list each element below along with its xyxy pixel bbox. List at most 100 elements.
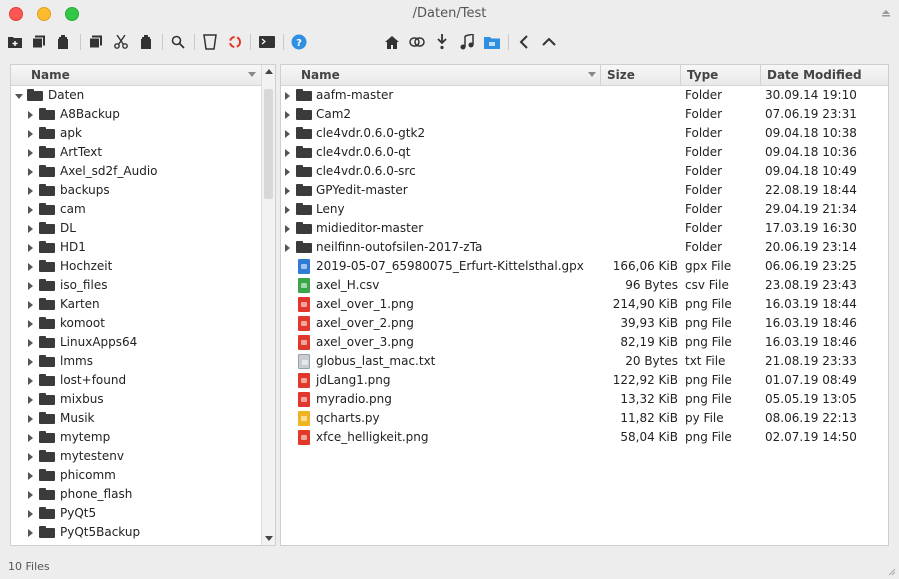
expand-arrow-icon[interactable] — [28, 453, 33, 461]
table-row[interactable]: cle4vdr.0.6.0-gtk2 Folder 09.04.18 10:38 — [281, 124, 888, 143]
tree-item[interactable]: phicomm — [11, 466, 261, 485]
expand-arrow-icon[interactable] — [285, 206, 290, 214]
expand-arrow-icon[interactable] — [28, 491, 33, 499]
expand-arrow-icon[interactable] — [28, 225, 33, 233]
tree-item-root[interactable]: Daten — [11, 86, 261, 105]
tree-item[interactable]: PyQt5 — [11, 504, 261, 523]
trash-icon[interactable] — [200, 32, 220, 52]
scroll-up-icon[interactable] — [265, 69, 273, 74]
expand-arrow-icon[interactable] — [285, 92, 290, 100]
tree-item[interactable]: A8Backup — [11, 105, 261, 124]
table-row[interactable]: jdLang1.png 122,92 KiB png File 01.07.19 08… — [281, 371, 888, 390]
table-row[interactable]: aafm-master Folder 30.09.14 19:10 — [281, 86, 888, 105]
table-row[interactable]: xfce_helligkeit.png 58,04 KiB png File 02.0… — [281, 428, 888, 447]
expand-arrow-icon[interactable] — [28, 510, 33, 518]
expand-arrow-icon[interactable] — [28, 168, 33, 176]
tree-scrollbar[interactable] — [261, 65, 275, 545]
table-row[interactable]: Cam2 Folder 07.06.19 23:31 — [281, 105, 888, 124]
column-header-type[interactable]: Type — [681, 65, 761, 85]
file-list-panel[interactable]: Name Size Type Date Modified aafm-master… — [280, 64, 889, 546]
expand-arrow-icon[interactable] — [28, 339, 33, 347]
music-icon[interactable] — [457, 32, 477, 52]
help-icon[interactable]: ? — [289, 32, 309, 52]
search-icon[interactable] — [168, 32, 188, 52]
new-folder-icon[interactable] — [5, 32, 25, 52]
tree-item[interactable]: Karten — [11, 295, 261, 314]
link-icon[interactable] — [407, 32, 427, 52]
tree-item[interactable]: mixbus — [11, 390, 261, 409]
expand-arrow-icon[interactable] — [28, 434, 33, 442]
recycle-icon[interactable] — [225, 32, 245, 52]
column-header-size[interactable]: Size — [601, 65, 681, 85]
table-row[interactable]: Leny Folder 29.04.19 21:34 — [281, 200, 888, 219]
tree-item[interactable]: lost+found — [11, 371, 261, 390]
column-header-name[interactable]: Name — [295, 65, 601, 85]
expand-arrow-icon[interactable] — [28, 529, 33, 537]
tree-item[interactable]: mytemp — [11, 428, 261, 447]
column-header-date-modified[interactable]: Date Modified — [761, 65, 888, 85]
folder-tree-panel[interactable]: Name Daten A8Backup apk ArtText Axel_sd2f_Au… — [10, 64, 276, 546]
expand-arrow-icon[interactable] — [28, 206, 33, 214]
scrollbar-thumb[interactable] — [264, 89, 273, 199]
table-row[interactable]: midieditor-master Folder 17.03.19 16:30 — [281, 219, 888, 238]
home-icon[interactable] — [382, 32, 402, 52]
table-row[interactable]: neilfinn-outofsilen-2017-zTa Folder 20.06.… — [281, 238, 888, 257]
expand-arrow-icon[interactable] — [28, 282, 33, 290]
tree-item[interactable]: cam — [11, 200, 261, 219]
expand-arrow-icon[interactable] — [285, 225, 290, 233]
expand-arrow-icon[interactable] — [28, 472, 33, 480]
duplicate-icon[interactable] — [86, 32, 106, 52]
expand-arrow-icon[interactable] — [285, 111, 290, 119]
delete-icon[interactable] — [136, 32, 156, 52]
table-row[interactable]: 2019-05-07_65980075_Erfurt-Kittelsthal.g… — [281, 257, 888, 276]
expand-arrow-icon[interactable] — [28, 377, 33, 385]
expand-arrow-icon[interactable] — [28, 149, 33, 157]
expand-arrow-icon[interactable] — [15, 94, 23, 99]
tree-item[interactable]: HD1 — [11, 238, 261, 257]
shade-window-icon[interactable] — [881, 8, 891, 18]
cut-icon[interactable] — [111, 32, 131, 52]
table-row[interactable]: GPYedit-master Folder 22.08.19 18:44 — [281, 181, 888, 200]
tree-item[interactable]: apk — [11, 124, 261, 143]
expand-arrow-icon[interactable] — [28, 244, 33, 252]
up-icon[interactable] — [539, 32, 559, 52]
back-icon[interactable] — [514, 32, 534, 52]
tree-item[interactable]: komoot — [11, 314, 261, 333]
expand-arrow-icon[interactable] — [28, 396, 33, 404]
expand-arrow-icon[interactable] — [285, 187, 290, 195]
expand-arrow-icon[interactable] — [285, 168, 290, 176]
expand-arrow-icon[interactable] — [285, 130, 290, 138]
tree-item[interactable]: Axel_sd2f_Audio — [11, 162, 261, 181]
table-row[interactable]: axel_over_2.png 39,93 KiB png File 16.03.19… — [281, 314, 888, 333]
expand-arrow-icon[interactable] — [28, 358, 33, 366]
terminal-icon[interactable] — [257, 32, 277, 52]
expand-arrow-icon[interactable] — [28, 301, 33, 309]
expand-arrow-icon[interactable] — [28, 263, 33, 271]
scroll-down-icon[interactable] — [265, 536, 273, 541]
expand-arrow-icon[interactable] — [28, 415, 33, 423]
tree-header-name[interactable]: Name — [25, 65, 261, 85]
table-row[interactable]: qcharts.py 11,82 KiB py File 08.06.19 22:13 — [281, 409, 888, 428]
tree-item[interactable]: PyQt5Backup — [11, 523, 261, 542]
expand-arrow-icon[interactable] — [28, 130, 33, 138]
table-row[interactable]: axel_H.csv 96 Bytes csv File 23.08.19 23:43 — [281, 276, 888, 295]
table-row[interactable]: axel_over_3.png 82,19 KiB png File 16.03.19… — [281, 333, 888, 352]
expand-arrow-icon[interactable] — [285, 244, 290, 252]
download-icon[interactable] — [432, 32, 452, 52]
table-row[interactable]: cle4vdr.0.6.0-qt Folder 09.04.18 10:36 — [281, 143, 888, 162]
tree-item[interactable]: lmms — [11, 352, 261, 371]
tree-item[interactable]: DL — [11, 219, 261, 238]
tree-item[interactable]: phone_flash — [11, 485, 261, 504]
expand-arrow-icon[interactable] — [285, 149, 290, 157]
tree-item[interactable]: mytestenv — [11, 447, 261, 466]
tree-item[interactable]: iso_files — [11, 276, 261, 295]
table-row[interactable]: axel_over_1.png 214,90 KiB png File 16.03.1… — [281, 295, 888, 314]
table-row[interactable]: globus_last_mac.txt 20 Bytes txt File 21.08… — [281, 352, 888, 371]
paste-icon[interactable] — [53, 32, 73, 52]
tree-item[interactable]: Hochzeit — [11, 257, 261, 276]
folder-icon[interactable] — [482, 32, 502, 52]
tree-item[interactable]: LinuxApps64 — [11, 333, 261, 352]
table-row[interactable]: cle4vdr.0.6.0-src Folder 09.04.18 10:49 — [281, 162, 888, 181]
tree-item[interactable]: ArtText — [11, 143, 261, 162]
table-row[interactable]: myradio.png 13,32 KiB png File 05.05.19 13:… — [281, 390, 888, 409]
